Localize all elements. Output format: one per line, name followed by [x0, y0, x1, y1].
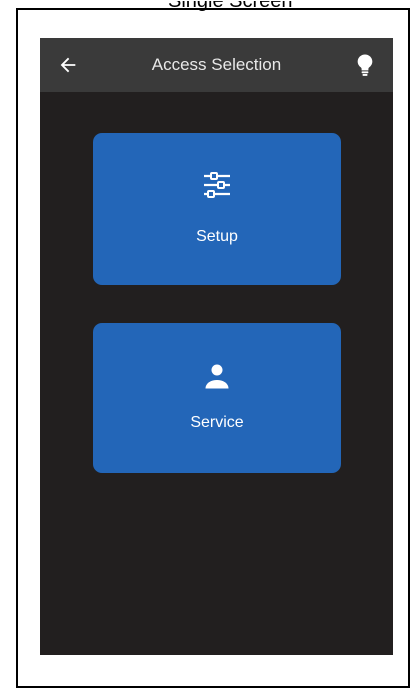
figure-caption: Single Screen: [168, 1, 293, 12]
tile-icon-wrap: [93, 171, 341, 199]
lightbulb-icon: [357, 54, 373, 76]
help-button[interactable]: [351, 51, 379, 79]
page-title: Access Selection: [151, 55, 282, 74]
setup-label: Setup: [196, 228, 238, 245]
frame-caption-gap: Single Screen: [80, 1, 293, 24]
setup-tile[interactable]: Setup: [93, 133, 341, 285]
app-bar: Access Selection: [40, 38, 393, 92]
arrow-left-icon: [60, 57, 76, 73]
tile-icon-wrap: [93, 363, 341, 389]
back-button[interactable]: [54, 51, 82, 79]
device-screen: Access Selection Setup Service: [40, 38, 393, 655]
person-icon: [205, 364, 229, 389]
sliders-icon: [204, 172, 230, 198]
service-tile[interactable]: Service: [93, 323, 341, 473]
service-label: Service: [190, 414, 244, 431]
